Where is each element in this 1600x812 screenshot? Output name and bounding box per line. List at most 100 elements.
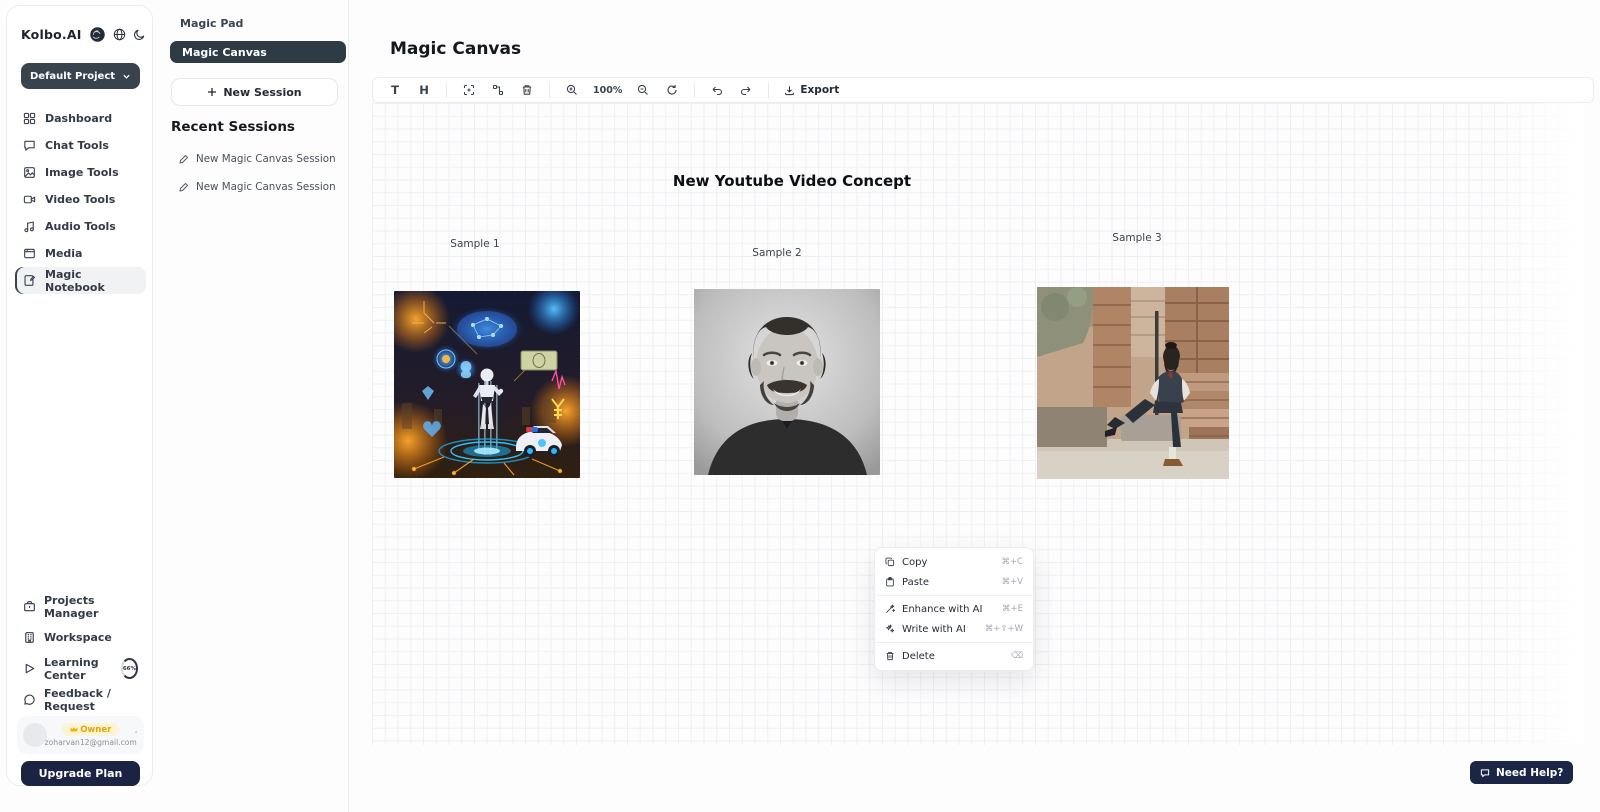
heading-tool-button[interactable]: H xyxy=(413,80,435,100)
context-menu-label: Write with AI xyxy=(902,624,966,635)
tab-magic-pad[interactable]: Magic Pad xyxy=(172,15,251,32)
building-icon xyxy=(23,631,36,644)
sidebar-item-label: Media xyxy=(45,247,82,260)
sidebar-item-video-tools[interactable]: Video Tools xyxy=(15,186,146,213)
chat-icon xyxy=(23,139,36,152)
chevron-down-icon xyxy=(122,72,131,81)
sidebar-item-label: Image Tools xyxy=(45,166,119,179)
sidebar-item-audio-tools[interactable]: Audio Tools xyxy=(15,213,146,240)
upgrade-plan-button[interactable]: Upgrade Plan xyxy=(21,761,140,786)
video-icon xyxy=(23,193,36,206)
sidebar-item-projects-manager[interactable]: Projects Manager xyxy=(15,591,146,622)
sidebar-item-media[interactable]: Media xyxy=(15,240,146,267)
dark-mode-moon-icon[interactable] xyxy=(133,28,146,41)
user-email: zoharvan12@gmail.com xyxy=(45,738,137,747)
redo-button[interactable] xyxy=(735,80,757,100)
trash-icon xyxy=(521,84,533,96)
new-session-label: New Session xyxy=(223,86,301,99)
context-menu-label: Paste xyxy=(902,577,929,588)
session-list-item[interactable]: New Magic Canvas Session xyxy=(179,151,339,167)
sample-3-label[interactable]: Sample 3 xyxy=(1087,232,1187,244)
zoom-level-value[interactable]: 100% xyxy=(590,85,625,96)
context-menu-divider xyxy=(875,642,1033,643)
tab-magic-canvas[interactable]: Magic Canvas xyxy=(170,41,346,63)
context-menu: Copy ⌘+C Paste ⌘+V Enhance with AI ⌘+E W… xyxy=(874,547,1034,671)
sidebar: Kolbo.AI Default Project Dashboard Chat … xyxy=(6,5,153,786)
dashboard-icon xyxy=(23,112,36,125)
brain-logo-icon xyxy=(89,26,106,43)
session-title: New Magic Canvas Session xyxy=(196,181,336,193)
sidebar-footer-nav: Projects Manager Workspace Learning Cent… xyxy=(15,591,146,715)
sample-3-image[interactable] xyxy=(1037,287,1229,479)
zoom-in-icon xyxy=(566,84,578,96)
sample-1-image[interactable] xyxy=(394,291,580,478)
tab-magic-pad-label: Magic Pad xyxy=(180,17,243,30)
context-menu-item-delete[interactable]: Delete ⌫ xyxy=(875,646,1033,666)
need-help-label: Need Help? xyxy=(1496,767,1563,779)
sidebar-item-feedback-request[interactable]: Feedback / Request xyxy=(15,684,146,715)
sidebar-item-magic-notebook[interactable]: Magic Notebook xyxy=(15,267,146,294)
audio-icon xyxy=(23,220,36,233)
new-session-button[interactable]: New Session xyxy=(171,78,338,106)
context-menu-shortcut: ⌘+C xyxy=(1001,557,1023,567)
recent-sessions-title: Recent Sessions xyxy=(171,119,295,135)
redo-icon xyxy=(740,84,752,96)
footer-item-label: Feedback / Request xyxy=(44,687,138,713)
copy-icon xyxy=(885,557,895,567)
sparkle-pen-icon xyxy=(885,624,895,634)
sidebar-nav: Dashboard Chat Tools Image Tools Video T… xyxy=(15,105,146,294)
sidebar-item-workspace[interactable]: Workspace xyxy=(15,622,146,653)
canvas-heading-text[interactable]: New Youtube Video Concept xyxy=(642,172,942,190)
zoom-in-button[interactable] xyxy=(561,80,583,100)
footer-item-label: Projects Manager xyxy=(44,594,138,620)
toolbar-divider xyxy=(768,83,769,98)
sidebar-item-label: Audio Tools xyxy=(45,220,116,233)
sample-2-image[interactable] xyxy=(694,289,880,475)
context-menu-item-enhance-with-ai[interactable]: Enhance with AI ⌘+E xyxy=(875,599,1033,619)
sample-2-label[interactable]: Sample 2 xyxy=(727,247,827,259)
context-menu-item-paste[interactable]: Paste ⌘+V xyxy=(875,572,1033,592)
project-selector-dropdown[interactable]: Default Project xyxy=(21,63,140,89)
feedback-icon xyxy=(23,693,36,706)
delete-tool-button[interactable] xyxy=(516,80,538,100)
undo-icon xyxy=(711,84,723,96)
zoom-out-button[interactable] xyxy=(632,80,654,100)
session-list-item[interactable]: New Magic Canvas Session xyxy=(179,179,339,195)
sidebar-item-label: Chat Tools xyxy=(45,139,109,152)
connector-tool-button[interactable] xyxy=(487,80,509,100)
owner-role-label: Owner xyxy=(80,725,111,735)
text-tool-button[interactable]: T xyxy=(384,80,406,100)
play-icon xyxy=(23,662,36,675)
plus-icon xyxy=(207,87,217,97)
context-menu-shortcut: ⌫ xyxy=(1011,651,1023,661)
user-account-card[interactable]: Owner zoharvan12@gmail.com ˄ xyxy=(17,716,144,754)
undo-button[interactable] xyxy=(706,80,728,100)
media-icon xyxy=(23,247,36,260)
zoom-out-icon xyxy=(637,84,649,96)
footer-item-label: Learning Center xyxy=(44,656,111,682)
sidebar-item-dashboard[interactable]: Dashboard xyxy=(15,105,146,132)
context-menu-item-copy[interactable]: Copy ⌘+C xyxy=(875,552,1033,572)
need-help-button[interactable]: Need Help? xyxy=(1470,761,1573,784)
avatar xyxy=(23,723,47,747)
crown-icon xyxy=(70,726,78,733)
ai-image-tool-button[interactable] xyxy=(458,80,480,100)
export-label: Export xyxy=(800,84,839,96)
reset-view-button[interactable] xyxy=(661,80,683,100)
user-caret-icon: ˄ xyxy=(135,731,139,739)
brand-logo-text: Kolbo.AI xyxy=(21,27,82,42)
context-menu-label: Enhance with AI xyxy=(902,604,982,615)
canvas-toolbar: T H 100% Export xyxy=(372,77,1594,103)
sample-1-label[interactable]: Sample 1 xyxy=(425,238,525,250)
owner-role-badge: Owner xyxy=(62,723,119,736)
sidebar-item-learning-center[interactable]: Learning Center 66% xyxy=(15,653,146,684)
sidebar-item-image-tools[interactable]: Image Tools xyxy=(15,159,146,186)
context-menu-shortcut: ⌘+E xyxy=(1002,604,1023,614)
language-globe-icon[interactable] xyxy=(113,28,126,41)
trash-icon xyxy=(885,651,895,661)
sidebar-item-chat-tools[interactable]: Chat Tools xyxy=(15,132,146,159)
help-chat-icon xyxy=(1480,768,1490,778)
context-menu-item-write-with-ai[interactable]: Write with AI ⌘+⇧+W xyxy=(875,619,1033,639)
pencil-icon xyxy=(179,154,189,164)
export-button[interactable]: Export xyxy=(780,84,843,96)
